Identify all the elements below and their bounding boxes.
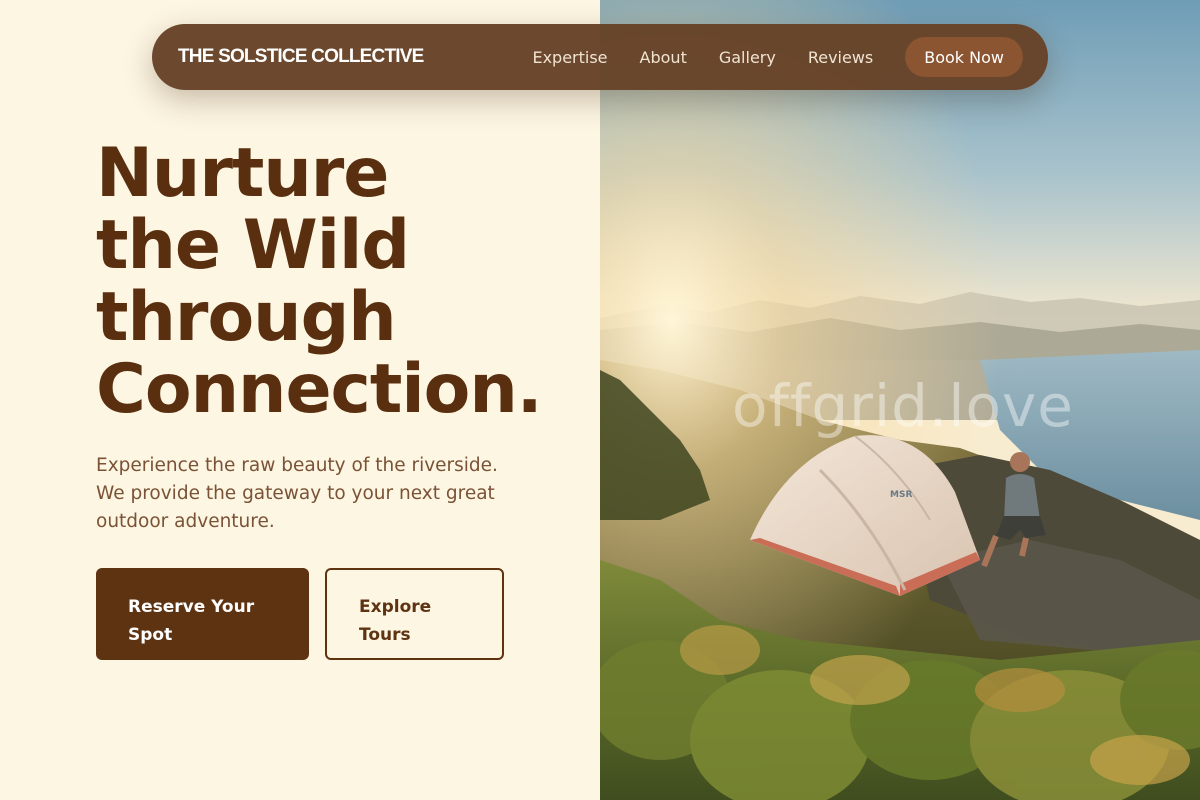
hero-description: Experience the raw beauty of the riversi… xyxy=(96,455,498,532)
watermark-text: offgrid.love xyxy=(732,372,1074,440)
headline-line-1: Nurture xyxy=(96,134,389,213)
hero-photo: MSR offgrid.love xyxy=(600,0,1200,800)
top-navigation: THE SOLSTICE COLLECTIVE Expertise About … xyxy=(152,24,1048,90)
headline-line-4: Connection. xyxy=(96,350,543,429)
nav-link-reviews[interactable]: Reviews xyxy=(808,48,873,67)
nav-link-expertise[interactable]: Expertise xyxy=(532,48,607,67)
nav-links: Expertise About Gallery Reviews Book Now xyxy=(532,37,1023,77)
nav-link-about[interactable]: About xyxy=(640,48,687,67)
book-now-button[interactable]: Book Now xyxy=(905,37,1023,77)
reserve-spot-button[interactable]: Reserve Your Spot xyxy=(96,568,309,660)
headline-line-2: the Wild xyxy=(96,206,410,285)
headline-line-3: through xyxy=(96,278,397,357)
brand-logo[interactable]: THE SOLSTICE COLLECTIVE xyxy=(178,46,424,68)
hero-headline: Nurture the Wild through Connection. xyxy=(96,138,576,426)
tent-logo: MSR xyxy=(890,490,912,500)
explore-tours-button[interactable]: Explore Tours xyxy=(325,568,504,660)
nav-link-gallery[interactable]: Gallery xyxy=(719,48,776,67)
